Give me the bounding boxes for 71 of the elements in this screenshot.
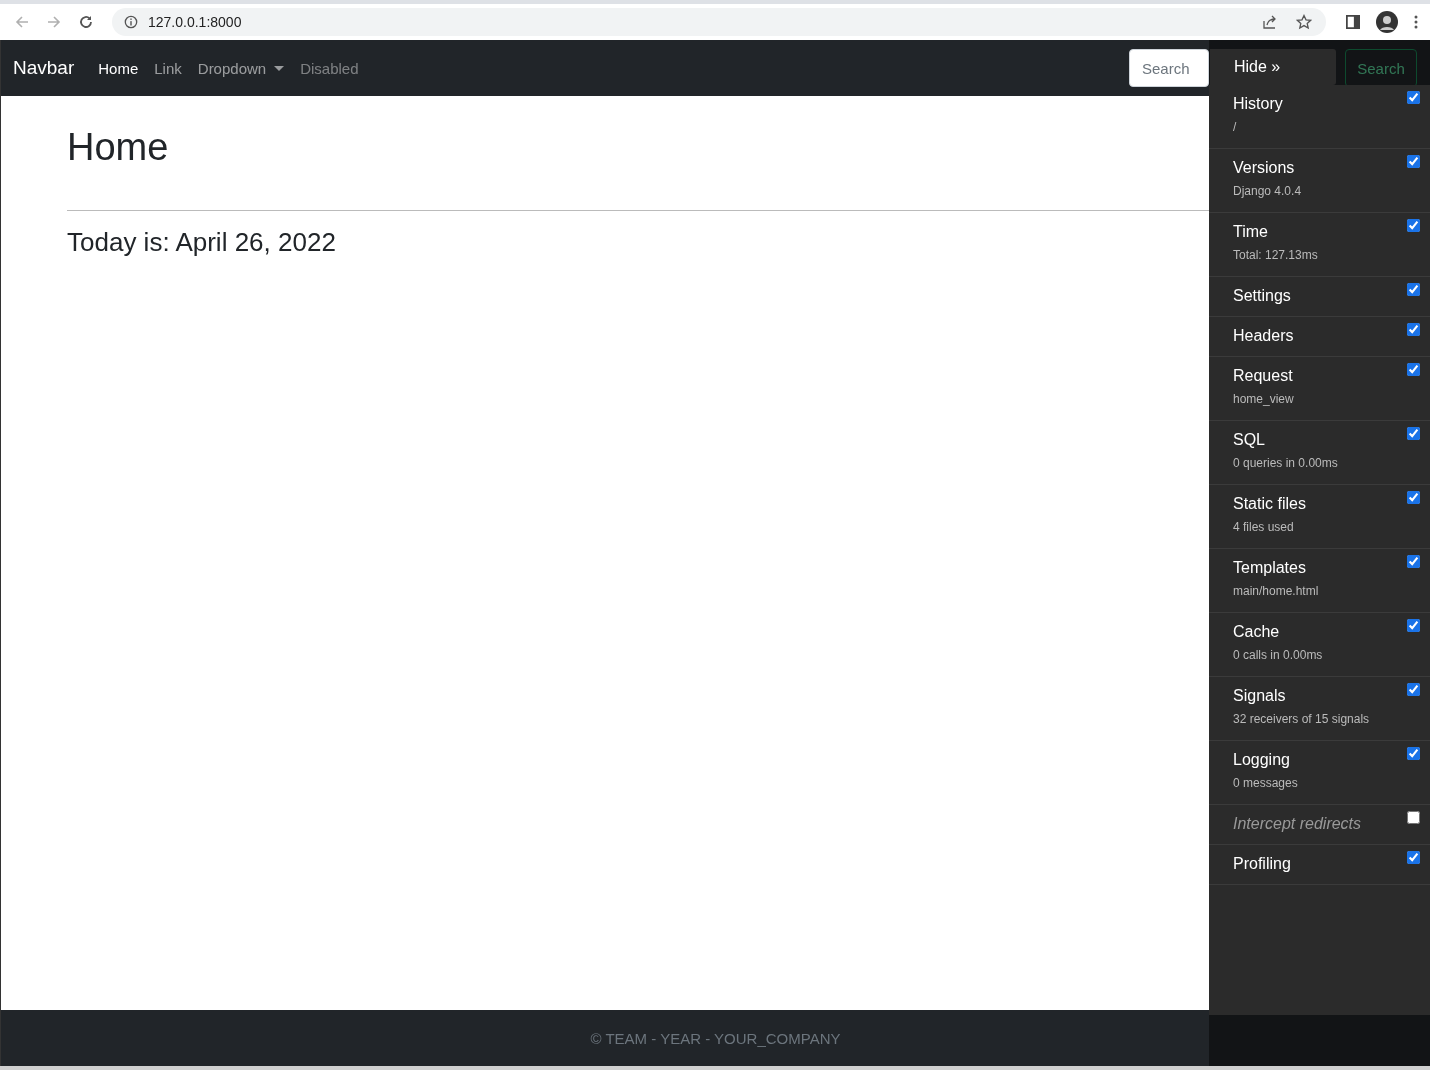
panel-title: Time (1233, 223, 1269, 241)
panel-checkbox[interactable] (1407, 363, 1420, 376)
panel-title: Templates (1233, 559, 1307, 577)
panel-item[interactable]: Static files 4 files used (1209, 485, 1430, 549)
date-text: Today is: April 26, 2022 (67, 227, 336, 258)
panel-subtitle: 0 calls in 0.00ms (1233, 648, 1323, 662)
panel-subtitle: 4 files used (1233, 520, 1295, 534)
search-field[interactable]: Search (1129, 49, 1209, 87)
panel-subtitle: home_view (1233, 392, 1294, 406)
panel-item[interactable]: Cache 0 calls in 0.00ms (1209, 613, 1430, 677)
panel-item[interactable]: SQL 0 queries in 0.00ms (1209, 421, 1430, 485)
navbar-brand[interactable]: Navbar (13, 57, 75, 79)
panel-title: Headers (1233, 327, 1294, 345)
panel-item[interactable]: Versions Django 4.0.4 (1209, 149, 1430, 213)
caret-icon (274, 65, 285, 71)
panel-title: Versions (1233, 159, 1296, 177)
panel-checkbox[interactable] (1407, 91, 1420, 104)
panel-checkbox[interactable] (1407, 491, 1420, 504)
nav-link[interactable]: Link (154, 59, 182, 77)
panel-checkbox[interactable] (1407, 219, 1420, 232)
panel-title: Profiling (1233, 855, 1291, 873)
dropdown-toggle[interactable]: Dropdown (197, 59, 285, 77)
panel-subtitle: Total: 127.13ms (1233, 248, 1318, 262)
panel-subtitle: 32 receivers of 15 signals (1233, 712, 1370, 726)
star-icon[interactable] (1296, 14, 1312, 30)
nav-link[interactable]: Home (98, 59, 139, 77)
panel-title: SQL (1233, 431, 1266, 449)
reload-icon[interactable] (78, 14, 94, 30)
url-text: 127.0.0.1:8000 (148, 14, 242, 30)
panel-title: Intercept redirects (1233, 815, 1362, 833)
panel-title: Signals (1233, 687, 1287, 705)
panel-checkbox[interactable] (1407, 683, 1420, 696)
avatar-icon[interactable] (1376, 11, 1398, 33)
panel-checkbox[interactable] (1407, 427, 1420, 440)
disabled-nav-text: Disabled (300, 59, 359, 77)
copyright-text: © TEAM - YEAR - YOUR_COMPANY (590, 1029, 841, 1047)
page-heading: Home (67, 125, 169, 170)
panel-subtitle: 0 queries in 0.00ms (1233, 456, 1338, 470)
panel-checkbox[interactable] (1407, 811, 1420, 824)
panel-item[interactable]: Intercept redirects (1209, 805, 1430, 845)
panel-checkbox[interactable] (1407, 619, 1420, 632)
hide-button[interactable]: Hide » (1210, 49, 1336, 85)
panel-item[interactable]: Logging 0 messages (1209, 741, 1430, 805)
panel-title: Static files (1233, 495, 1306, 513)
panel-checkbox[interactable] (1407, 555, 1420, 568)
panel-item[interactable]: Settings (1209, 277, 1430, 317)
panel-subtitle: Django 4.0.4 (1233, 184, 1302, 198)
panel-checkbox[interactable] (1407, 155, 1420, 168)
panel-item[interactable]: Time Total: 127.13ms (1209, 213, 1430, 277)
panel-title: Request (1233, 367, 1294, 385)
panel-title: History (1233, 95, 1283, 113)
panel-title: Cache (1233, 623, 1281, 641)
panel-subtitle: 0 messages (1233, 776, 1298, 790)
panel-checkbox[interactable] (1407, 283, 1420, 296)
panel-checkbox[interactable] (1407, 747, 1420, 760)
menu-icon[interactable] (1414, 14, 1418, 30)
panel-subtitle: main/home.html (1233, 584, 1319, 598)
panel-checkbox[interactable] (1407, 323, 1420, 336)
info-icon[interactable] (124, 15, 138, 29)
panel-title: Logging (1233, 751, 1291, 769)
address-bar[interactable]: 127.0.0.1:8000 (112, 8, 1326, 36)
panel-item[interactable]: Headers (1209, 317, 1430, 357)
panel-item[interactable]: Signals 32 receivers of 15 signals (1209, 677, 1430, 741)
panel-item[interactable]: Request home_view (1209, 357, 1430, 421)
panel-subtitle: / (1233, 120, 1238, 134)
panel-item[interactable]: Templates main/home.html (1209, 549, 1430, 613)
panel-title: Settings (1233, 287, 1291, 305)
panel-item[interactable]: History / (1209, 85, 1430, 149)
panel-checkbox[interactable] (1407, 851, 1420, 864)
side-panel-icon[interactable] (1346, 15, 1360, 29)
share-icon[interactable] (1262, 14, 1278, 30)
